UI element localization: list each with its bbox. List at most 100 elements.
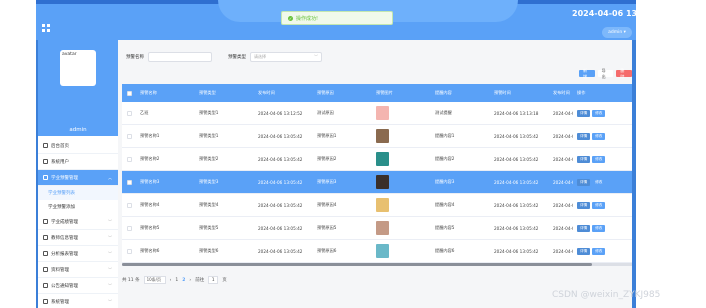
row-checkbox[interactable] [126,179,132,185]
select-all-checkbox[interactable] [126,90,132,96]
sidebar-item-system[interactable]: 系统管理 ﹀ [38,294,118,308]
edit-button[interactable]: 修改 [592,109,606,117]
sidebar-subitem-warning-add[interactable]: 学业预警添加 [38,200,118,214]
sidebar-item-users[interactable]: 系统用户 [38,154,118,170]
edit-button[interactable]: 修改 [592,247,606,255]
toast-text: 操作成功! [296,15,319,22]
table-row[interactable]: 预警名称2 预警类型2 2024-04-06 13:05:42 预警原因2 提醒内容2 2… [122,148,632,171]
pager-total: 共 11 条 [122,278,140,283]
table-row[interactable]: 预警名称4 预警类型4 2024-04-06 13:05:42 预警原因4 提醒内容4 2… [122,194,632,217]
table-row[interactable]: 预警名称6 预警类型6 2024-04-06 13:05:42 预警原因6 提醒内容6 2… [122,240,632,263]
chart-icon [43,251,48,256]
column-header: 操作 [577,90,586,95]
sidebar-item-home[interactable]: 后台首页 [38,138,118,154]
sidebar: avatar admin 后台首页 系统用户 学业预警管理 ︿ 学业预警列表 学业… [38,40,118,308]
cell-publish-time: 2024-04-06 13:05:42 [258,179,303,185]
sidebar-item-warning[interactable]: 学业预警管理 ︿ [38,170,118,186]
scrollbar-thumb[interactable] [122,263,592,266]
export-button[interactable]: 导出 [597,68,614,79]
cell-reminder: 测试提醒 [435,110,452,115]
horizontal-scrollbar[interactable] [122,263,632,266]
edit-button[interactable]: 修改 [592,155,606,163]
sidebar-item-reports[interactable]: 分析报表管理 ﹀ [38,246,118,262]
row-checkbox[interactable] [126,248,132,254]
table-row[interactable]: 乙班 预警类型1 2024-04-06 13:12:52 测试原因 测试提醒 2024-0… [122,102,632,125]
sidebar-item-teachers[interactable]: 教师信息管理 ﹀ [38,230,118,246]
row-checkbox[interactable] [126,110,132,116]
warning-image [376,175,389,189]
avatar-alt-text: avatar [62,52,77,57]
table-row[interactable]: 预警名称5 预警类型5 2024-04-06 13:05:42 预警原因5 提醒内容5 2… [122,217,632,240]
cell-name: 预警名称3 [140,179,160,184]
success-toast: ✓ 操作成功! [281,11,393,25]
table-row[interactable]: 预警名称3 预警类型3 2024-04-06 13:05:42 预警原因3 提醒内容3 2… [122,171,632,194]
select-placeholder: 请选择 [254,54,266,59]
warning-image [376,221,389,235]
detail-button[interactable]: 详情 [577,201,591,209]
detail-button[interactable]: 详情 [577,132,591,140]
cell-reminder: 提醒内容6 [435,248,455,253]
detail-button[interactable]: 详情 [577,247,591,255]
detail-button[interactable]: 详情 [577,224,591,232]
edit-button[interactable]: 修改 [592,224,606,232]
sidebar-item-label: 资料管理 [51,267,69,273]
cell-publish-time: 2024-04-06 13:12:52 [258,110,303,116]
sidebar-item-grades[interactable]: 学业成绩管理 ﹀ [38,214,118,230]
prev-page-icon[interactable]: ‹ [170,278,172,283]
search-type-select[interactable]: 请选择 ﹀ [250,52,322,62]
column-header[interactable]: 提醒内容 [431,90,490,96]
doc-icon [43,267,48,272]
page-size-select[interactable]: 10条/页 [143,276,166,284]
warning-image [376,198,389,212]
delete-button[interactable]: 删除 [616,68,633,79]
sidebar-item-materials[interactable]: 资料管理 ﹀ [38,262,118,278]
column-header[interactable]: 预警类型 [195,90,254,96]
page-size-label: 10条/页 [146,277,162,282]
cell-name: 预警名称4 [140,202,160,207]
column-header[interactable]: 预警图片 [372,90,431,96]
column-header[interactable]: 发布时间 [254,90,313,96]
search-bar: 预警名称 预警类型 请选择 ﹀ [126,52,322,62]
goto-page-input[interactable]: 1 [208,276,219,284]
admin-user-button[interactable]: admin ▾ [602,27,632,38]
cell-reason: 预警原因5 [317,225,337,230]
grid-menu-icon[interactable] [42,24,50,32]
next-page-icon[interactable]: › [189,278,191,283]
chevron-down-icon: ﹀ [314,54,318,59]
detail-button[interactable]: 详情 [577,109,591,117]
column-header[interactable]: 预警时间 [490,90,549,96]
search-name-input[interactable] [148,52,212,62]
cell-publish-date: 2024-04-06 [553,225,573,231]
page-number-1[interactable]: 1 [175,278,178,283]
column-header[interactable]: 预警原因 [313,90,372,96]
add-button[interactable]: 新增 [579,68,595,79]
column-header[interactable]: 预警名称 [136,90,195,96]
edit-button[interactable]: 修改 [592,132,606,140]
cell-reason: 预警原因1 [317,133,337,138]
row-checkbox[interactable] [126,202,132,208]
cell-type: 预警类型1 [199,110,219,115]
row-checkbox[interactable] [126,133,132,139]
search-label-type: 预警类型 [228,55,246,60]
cell-type: 预警类型1 [199,133,219,138]
pagination: 共 11 条 10条/页 ‹ 1 2 › 前往 1 页 [122,276,227,284]
sidebar-item-notices[interactable]: 公告通知管理 ﹀ [38,278,118,294]
cell-reason: 预警原因2 [317,156,337,161]
sidebar-subitem-warning-list[interactable]: 学业预警列表 [38,186,118,200]
row-checkbox[interactable] [126,225,132,231]
cell-publish-date: 2024-04-06 [553,133,573,139]
cell-warning-time: 2024-04-06 13:05:42 [494,133,539,139]
chevron-down-icon: ﹀ [108,298,112,304]
cell-reminder: 提醒内容5 [435,225,455,230]
detail-button[interactable]: 详情 [577,178,591,186]
column-header[interactable]: 发布时间 [549,90,573,96]
edit-button[interactable]: 修改 [592,201,606,209]
table-header: 预警名称 预警类型 发布时间 预警原因 预警图片 提醒内容 预警时间 发布时间 … [122,84,632,102]
page-number-2[interactable]: 2 [182,278,185,283]
detail-button[interactable]: 详情 [577,155,591,163]
row-checkbox[interactable] [126,156,132,162]
table-row[interactable]: 预警名称1 预警类型1 2024-04-06 13:05:42 预警原因1 提醒内容1 2… [122,125,632,148]
monitor-icon [43,159,48,164]
cell-warning-time: 2024-04-06 13:05:42 [494,179,539,185]
edit-button[interactable]: 修改 [592,178,606,186]
